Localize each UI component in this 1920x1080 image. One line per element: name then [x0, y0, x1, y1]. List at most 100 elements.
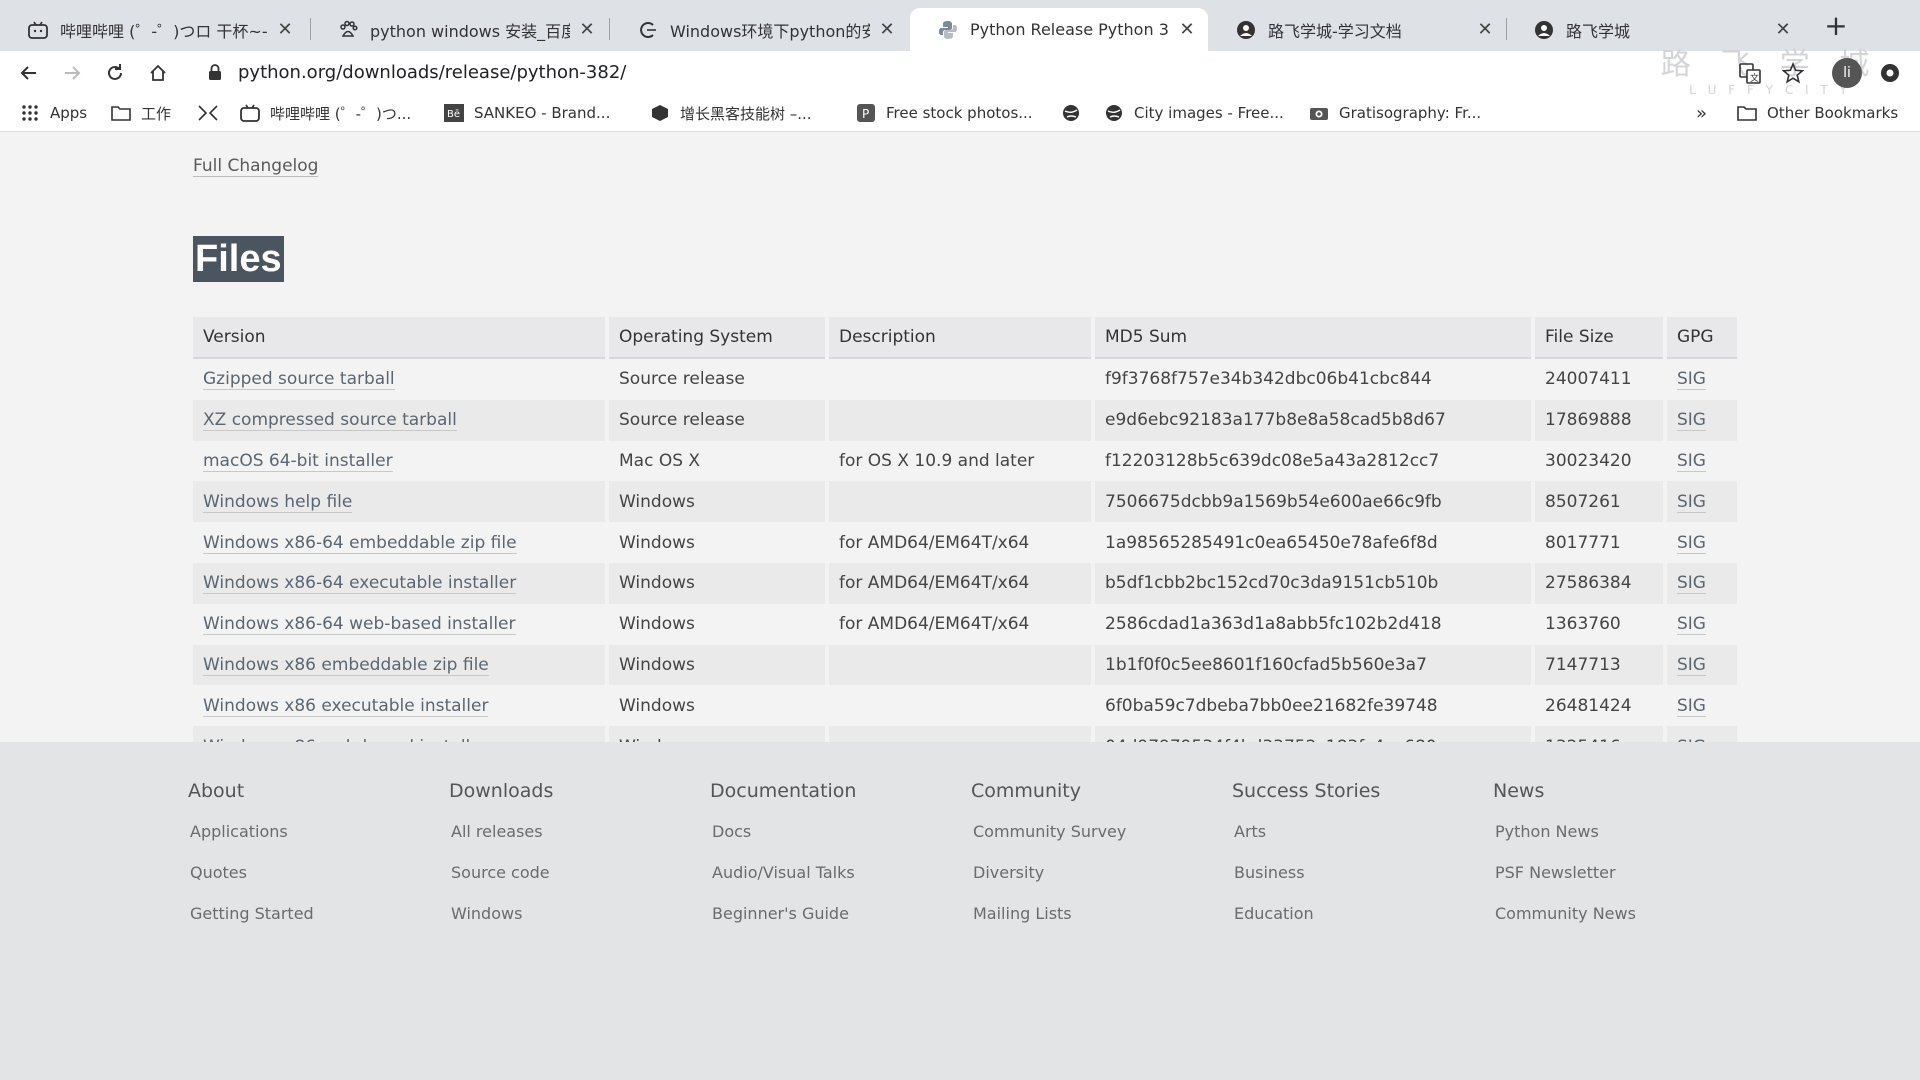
browser-toolbar: python.org/downloads/release/python-382/…	[0, 47, 1920, 97]
footer-column-news: News Python News PSF Newsletter Community N…	[1493, 780, 1733, 945]
cell-version: Gzipped source tarball	[193, 359, 605, 400]
bookmark-globe[interactable]	[1061, 100, 1091, 126]
tab-python-release[interactable]: Python Release Python 3.8 ✕	[910, 8, 1208, 51]
extension-button[interactable]	[1876, 59, 1904, 87]
download-link[interactable]: Windows x86-64 executable installer	[203, 573, 517, 595]
download-link[interactable]: Windows x86 executable installer	[203, 695, 489, 717]
bookmark-pexels[interactable]: P Free stock photos...	[856, 100, 1033, 126]
svg-text:文: 文	[1750, 72, 1759, 84]
footer-link[interactable]: Getting Started	[190, 904, 428, 945]
gpg-signature-link[interactable]: SIG	[1677, 654, 1706, 676]
footer-link[interactable]: PSF Newsletter	[1495, 863, 1733, 904]
footer-heading[interactable]: Downloads	[449, 780, 689, 802]
bookmark-gratisography[interactable]: Gratisography: Fr...	[1309, 100, 1481, 126]
footer-link[interactable]: Community News	[1495, 904, 1733, 945]
other-bookmarks[interactable]: Other Bookmarks	[1737, 100, 1898, 126]
cell-md5: 7506675dcbb9a1569b54e600ae66c9fb	[1095, 481, 1531, 523]
cell-md5: b5df1cbb2bc152cd70c3da9151cb510b	[1095, 562, 1531, 604]
bookmarks-overflow-chevron[interactable]: »	[1696, 100, 1707, 126]
bookmark-apps[interactable]: Apps	[20, 100, 87, 126]
gpg-signature-link[interactable]: SIG	[1677, 695, 1706, 717]
profile-avatar[interactable]: li	[1832, 58, 1862, 88]
column-header-os: Operating System	[609, 317, 825, 359]
python-icon	[938, 20, 958, 40]
close-icon[interactable]: ✕	[878, 20, 896, 39]
close-icon[interactable]: ✕	[1476, 20, 1494, 39]
footer-link[interactable]: Windows	[451, 904, 689, 945]
reload-button[interactable]	[101, 59, 129, 87]
download-link[interactable]: Windows x86-64 embeddable zip file	[203, 532, 517, 554]
download-link[interactable]: Windows help file	[203, 491, 353, 513]
bookmark-growth-hacker[interactable]: 增长黑客技能树 –...	[650, 100, 812, 126]
gpg-signature-link[interactable]: SIG	[1677, 532, 1706, 554]
table-row: XZ compressed source tarball Source relea…	[193, 399, 1737, 441]
gpg-signature-link[interactable]: SIG	[1677, 491, 1706, 513]
tab-bilibili[interactable]: 哔哩哔哩 (゜-゜)つロ 干杯~-b ✕	[0, 8, 306, 51]
tab-luffy-docs[interactable]: 路飞学城-学习文档 ✕	[1208, 8, 1506, 51]
footer-link[interactable]: Python News	[1495, 822, 1733, 863]
footer-link[interactable]: Docs	[712, 822, 950, 863]
full-changelog-link[interactable]: Full Changelog	[193, 156, 319, 177]
download-link[interactable]: Windows x86 embeddable zip file	[203, 654, 489, 676]
download-link[interactable]: Windows x86-64 web-based installer	[203, 614, 516, 636]
tab-title: 哔哩哔哩 (゜-゜)つロ 干杯~-b	[60, 21, 268, 41]
footer-link[interactable]: Arts	[1234, 822, 1472, 863]
close-icon[interactable]: ✕	[1774, 20, 1792, 39]
footer-heading[interactable]: Community	[971, 780, 1211, 802]
footer-link[interactable]: Education	[1234, 904, 1472, 945]
footer-link[interactable]: Mailing Lists	[973, 904, 1211, 945]
download-link[interactable]: XZ compressed source tarball	[203, 410, 457, 432]
footer-link[interactable]: Community Survey	[973, 822, 1211, 863]
footer-link[interactable]: Applications	[190, 822, 428, 863]
cell-gpg: SIG	[1667, 685, 1737, 727]
cell-md5: 6f0ba59c7dbeba7bb0ee21682fe39748	[1095, 685, 1531, 727]
bookmark-city-images[interactable]: City images - Free...	[1104, 100, 1284, 126]
footer-column-success-stories: Success Stories Arts Business Education	[1232, 780, 1472, 945]
footer-link[interactable]: All releases	[451, 822, 689, 863]
cell-gpg: SIG	[1667, 399, 1737, 441]
footer-link[interactable]: Beginner's Guide	[712, 904, 950, 945]
footer-heading[interactable]: Documentation	[710, 780, 950, 802]
globe-icon	[1104, 104, 1124, 122]
tab-title: 路飞学城-学习文档	[1268, 21, 1402, 41]
gpg-signature-link[interactable]: SIG	[1677, 614, 1706, 636]
footer-link[interactable]: Quotes	[190, 863, 428, 904]
footer-heading[interactable]: About	[188, 780, 428, 802]
footer-heading[interactable]: News	[1493, 780, 1733, 802]
close-icon[interactable]: ✕	[578, 20, 596, 39]
bookmark-sankeo[interactable]: Bē SANKEO - Brand...	[444, 100, 610, 126]
tab-title: python windows 安装_百度搜	[370, 21, 570, 41]
download-link[interactable]: Gzipped source tarball	[203, 369, 395, 391]
bookmark-bilibili[interactable]: 哔哩哔哩 (゜-゜)つ...	[240, 100, 411, 126]
gpg-signature-link[interactable]: SIG	[1677, 573, 1706, 595]
gpg-signature-link[interactable]: SIG	[1677, 450, 1706, 472]
tab-baidu-search[interactable]: python windows 安装_百度搜 ✕	[310, 8, 608, 51]
forward-arrow-icon	[65, 66, 81, 80]
footer-link[interactable]: Diversity	[973, 863, 1211, 904]
cell-version: Windows x86-64 embeddable zip file	[193, 522, 605, 563]
footer-link[interactable]: Business	[1234, 863, 1472, 904]
bookmark-tag[interactable]	[198, 100, 228, 126]
translate-button[interactable]: 文	[1736, 59, 1764, 87]
footer-heading[interactable]: Success Stories	[1232, 780, 1472, 802]
files-heading: Files	[193, 236, 284, 282]
cell-os: Source release	[609, 359, 825, 400]
back-button[interactable]	[15, 59, 43, 87]
footer-link[interactable]: Source code	[451, 863, 689, 904]
cell-description	[829, 644, 1091, 686]
gpg-signature-link[interactable]: SIG	[1677, 369, 1706, 391]
close-icon[interactable]: ✕	[276, 20, 294, 39]
cell-version: Windows help file	[193, 481, 605, 523]
footer-link[interactable]: Audio/Visual Talks	[712, 863, 950, 904]
bookmark-folder-work[interactable]: 工作	[111, 100, 171, 126]
new-tab-button[interactable]: +	[1822, 12, 1850, 40]
close-icon[interactable]: ✕	[1178, 20, 1196, 39]
gpg-signature-link[interactable]: SIG	[1677, 410, 1706, 432]
address-bar[interactable]: python.org/downloads/release/python-382/	[146, 55, 1706, 89]
bookmark-star-button[interactable]	[1779, 59, 1807, 87]
tab-csdn[interactable]: Windows环境下python的安装 ✕	[610, 8, 908, 51]
table-row: Gzipped source tarball Source release f9f3…	[193, 359, 1737, 400]
forward-button[interactable]	[58, 59, 86, 87]
cell-description	[829, 359, 1091, 400]
download-link[interactable]: macOS 64-bit installer	[203, 450, 393, 472]
